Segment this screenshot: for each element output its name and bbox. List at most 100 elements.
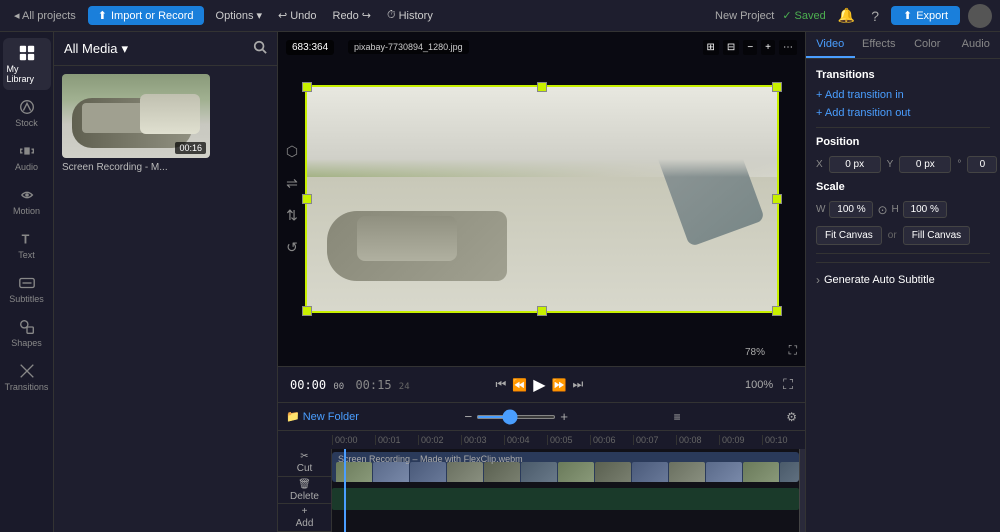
preview-expand-button[interactable]: ⛶ — [789, 343, 797, 358]
import-record-button[interactable]: ⬆ Import or Record — [88, 6, 204, 25]
sidebar-icons: My Library Stock Audio Motion T Text Sub… — [0, 32, 54, 532]
handle-top-mid[interactable] — [537, 82, 547, 92]
preview-canvas[interactable] — [305, 85, 779, 313]
media-search-button[interactable] — [253, 40, 267, 57]
preview-grid-button[interactable]: ⊞ — [703, 40, 719, 55]
crop-tool-button[interactable]: ⬡ — [280, 139, 304, 163]
sidebar-item-stock[interactable]: Stock — [3, 92, 51, 134]
ruler-mark-1: 00:01 — [375, 435, 418, 445]
y-input[interactable] — [899, 156, 951, 173]
handle-top-left[interactable] — [302, 82, 312, 92]
export-button[interactable]: ⬆ Export — [891, 6, 960, 25]
tab-color[interactable]: Color — [903, 32, 952, 58]
transitions-title: Transitions — [816, 69, 990, 81]
audio-icon — [18, 142, 36, 160]
flip-h-button[interactable]: ⇌ — [280, 171, 304, 195]
sidebar-item-shapes[interactable]: Shapes — [3, 312, 51, 354]
handle-bottom-right[interactable] — [772, 306, 782, 316]
timeline-playhead[interactable] — [344, 449, 346, 532]
width-input[interactable] — [829, 201, 873, 218]
zoom-slider[interactable] — [476, 415, 556, 419]
sidebar-item-transitions[interactable]: Transitions — [3, 356, 51, 398]
clip-thumb-5 — [484, 462, 520, 482]
delete-button[interactable]: 🗑 Delete — [290, 479, 319, 502]
fullscreen-button[interactable]: ⛶ — [783, 376, 793, 393]
video-track: Screen Recording – Made with FlexClip.we… — [332, 449, 799, 485]
all-projects-button[interactable]: ◂ All projects — [8, 7, 82, 24]
duration-badge: 00:16 — [175, 142, 206, 154]
fast-forward-button[interactable]: ⏩ — [552, 378, 567, 392]
fit-canvas-button[interactable]: Fit Canvas — [816, 226, 882, 245]
tab-video[interactable]: Video — [806, 32, 855, 58]
ruler-mark-4: 00:04 — [504, 435, 547, 445]
handle-left-mid[interactable] — [302, 194, 312, 204]
generate-subtitle-label: Generate Auto Subtitle — [824, 274, 935, 286]
upload-icon: ⬆ — [98, 9, 107, 22]
timeline-settings-button[interactable]: ⚙ — [786, 410, 797, 424]
redo-icon: ↪ — [362, 9, 371, 22]
new-folder-button[interactable]: 📁 New Folder — [286, 410, 359, 423]
timeline-filter-button[interactable]: ≡ — [674, 410, 681, 424]
flip-v-button[interactable]: ⇅ — [280, 203, 304, 227]
media-thumbnail-item[interactable]: 00:16 — [62, 74, 210, 158]
library-label: My Library — [7, 64, 47, 84]
playback-controls: ⏮ ⏪ ▶ ⏩ ⏭ — [495, 375, 583, 395]
audio-clip[interactable] — [332, 488, 799, 510]
cut-button[interactable]: ✂ Cut — [297, 451, 313, 474]
sidebar-item-text[interactable]: T Text — [3, 224, 51, 266]
preview-area[interactable]: ⬡ ⇌ ⇅ ↺ — [278, 32, 805, 366]
sidebar-item-motion[interactable]: Motion — [3, 180, 51, 222]
x-input[interactable] — [829, 156, 881, 173]
options-button[interactable]: Options ▾ — [210, 7, 268, 24]
tab-effects[interactable]: Effects — [855, 32, 904, 58]
divider-1 — [816, 127, 990, 128]
notification-button[interactable]: 🔔 — [834, 5, 859, 26]
generate-subtitle-section[interactable]: › Generate Auto Subtitle — [816, 262, 990, 297]
handle-bottom-mid[interactable] — [537, 306, 547, 316]
ruler-marks: 00:00 00:01 00:02 00:03 00:04 00:05 00:0… — [278, 435, 805, 445]
clip-label: Screen Recording – Made with FlexClip.we… — [338, 454, 523, 464]
zoom-level-display: 100% — [745, 379, 773, 391]
rotate-button[interactable]: ↺ — [280, 235, 304, 259]
rewind-button[interactable]: ⏪ — [512, 378, 527, 392]
fill-canvas-button[interactable]: Fill Canvas — [903, 226, 970, 245]
track-ctrl-delete: 🗑 Delete — [278, 477, 331, 505]
handle-bottom-left[interactable] — [302, 306, 312, 316]
preview-zoom-in-button[interactable]: + — [761, 40, 775, 55]
sidebar-item-library[interactable]: My Library — [3, 38, 51, 90]
zoom-slider-wrap: − + — [465, 409, 569, 424]
sidebar-item-subtitles[interactable]: Subtitles — [3, 268, 51, 310]
height-input[interactable] — [903, 201, 947, 218]
tab-audio[interactable]: Audio — [952, 32, 1000, 58]
preview-snap-button[interactable]: ⊟ — [723, 40, 739, 55]
sidebar-item-audio[interactable]: Audio — [3, 136, 51, 178]
skip-end-button[interactable]: ⏭ — [573, 377, 584, 392]
text-icon: T — [18, 230, 36, 248]
media-title[interactable]: All Media ▾ — [64, 41, 128, 57]
zoom-in-timeline-button[interactable]: + — [560, 409, 568, 424]
zoom-out-timeline-button[interactable]: − — [465, 409, 473, 424]
avatar[interactable] — [968, 4, 992, 28]
help-button[interactable]: ? — [867, 6, 883, 26]
add-button[interactable]: + Add — [296, 506, 314, 529]
handle-top-right[interactable] — [772, 82, 782, 92]
skip-start-button[interactable]: ⏮ — [495, 377, 506, 392]
rotation-input[interactable] — [967, 156, 997, 173]
chain-icon[interactable]: ⊙ — [877, 203, 887, 217]
video-clip[interactable]: Screen Recording – Made with FlexClip.we… — [332, 452, 799, 482]
preview-more-button[interactable]: ⋯ — [779, 40, 797, 55]
stock-label: Stock — [15, 118, 38, 128]
timeline-content[interactable]: Screen Recording – Made with FlexClip.we… — [332, 449, 799, 532]
redo-button[interactable]: Redo ↪ — [327, 7, 378, 24]
clip-thumb-3 — [410, 462, 446, 482]
add-transition-in[interactable]: + Add transition in — [816, 89, 990, 101]
text-label: Text — [18, 250, 35, 260]
clip-thumb-6 — [521, 462, 557, 482]
add-transition-out[interactable]: + Add transition out — [816, 107, 990, 119]
play-pause-button[interactable]: ▶ — [533, 375, 545, 395]
preview-zoom-out-button[interactable]: − — [743, 40, 757, 55]
motion-icon — [18, 186, 36, 204]
handle-right-mid[interactable] — [772, 194, 782, 204]
history-button[interactable]: ⏱ History — [381, 7, 439, 24]
undo-button[interactable]: ↩ Undo — [272, 7, 323, 24]
